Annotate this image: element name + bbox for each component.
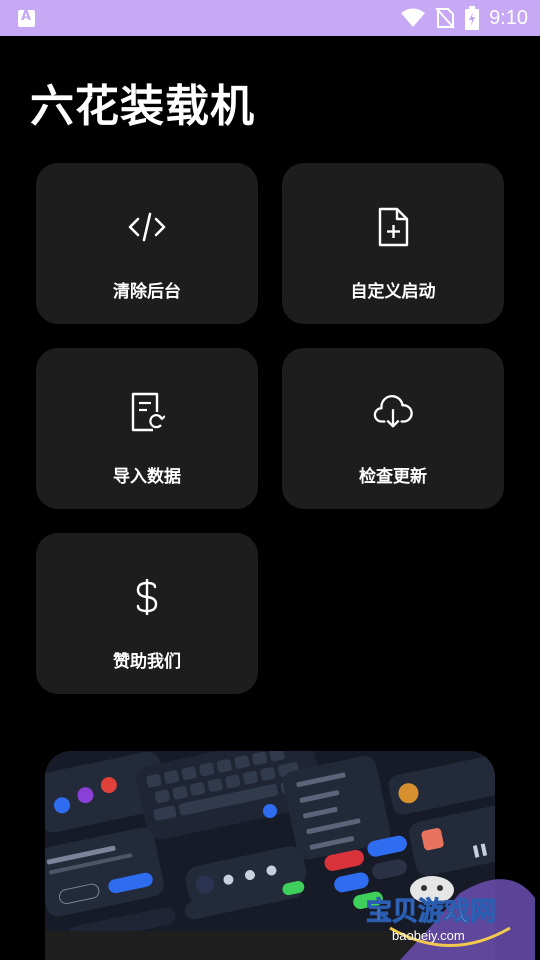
import-data-button[interactable]: 导入数据 xyxy=(36,348,258,509)
watermark-logo: 宝贝游戏网 baobeiy.com xyxy=(360,868,540,960)
status-time: 9:10 xyxy=(489,6,528,29)
file-sync-icon xyxy=(127,392,167,432)
svg-text:baobeiy.com: baobeiy.com xyxy=(392,928,465,943)
tile-label: 清除后台 xyxy=(113,282,181,302)
tile-label: 检查更新 xyxy=(359,467,427,487)
custom-launch-button[interactable]: 自定义启动 xyxy=(282,163,504,324)
clear-background-button[interactable]: 清除后台 xyxy=(36,163,258,324)
wifi-icon xyxy=(401,8,426,27)
sponsor-us-button[interactable]: 赞助我们 xyxy=(36,533,258,694)
battery-charging-icon xyxy=(465,6,480,30)
tile-label: 赞助我们 xyxy=(113,652,181,672)
no-sim-icon xyxy=(435,7,455,29)
status-icons: 9:10 xyxy=(401,0,528,36)
app-notification-icon xyxy=(18,9,35,27)
cloud-download-icon xyxy=(373,392,413,432)
tile-label: 自定义启动 xyxy=(350,282,436,302)
check-update-button[interactable]: 检查更新 xyxy=(282,348,504,509)
file-add-icon xyxy=(373,207,413,247)
svg-text:宝贝游戏网: 宝贝游戏网 xyxy=(366,896,496,927)
status-bar: 9:10 xyxy=(0,0,540,36)
dollar-icon xyxy=(127,577,167,617)
code-icon xyxy=(127,207,167,247)
app-title: 六花装载机 xyxy=(30,81,255,132)
tile-label: 导入数据 xyxy=(113,467,181,487)
